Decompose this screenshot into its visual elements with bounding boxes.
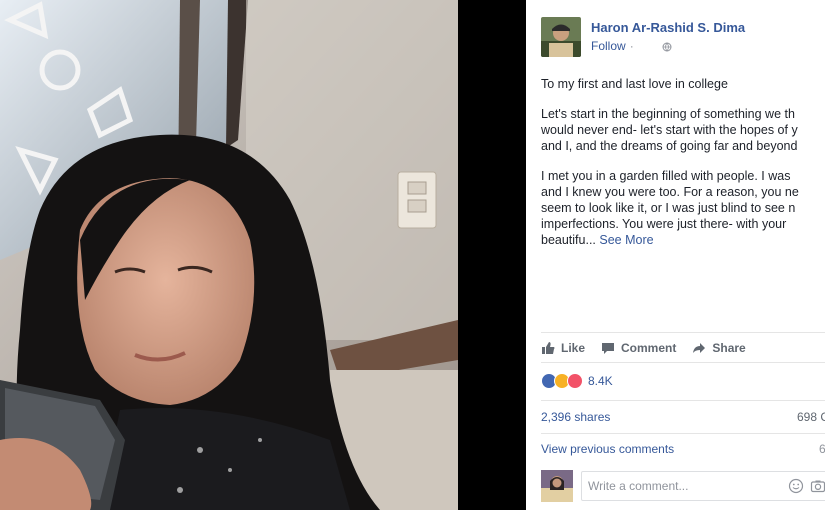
viewer-gutter [458, 0, 526, 510]
share-label: Share [712, 341, 746, 355]
actions-divider-top [541, 332, 825, 333]
meta-separator: · [629, 39, 634, 53]
view-previous-comments-link[interactable]: View previous comments [541, 442, 674, 456]
comment-input[interactable]: Write a comment... [581, 471, 825, 501]
comment-button[interactable]: Comment [601, 341, 676, 355]
previous-comments-row: View previous comments 6 [541, 442, 825, 458]
share-button[interactable]: Share [692, 341, 746, 355]
author-block: Haron Ar-Rashid S. Dima Follow · [591, 17, 745, 53]
shares-row: 2,396 shares 698 Con [541, 410, 825, 426]
post-line-1: To my first and last love in college [541, 77, 728, 91]
stats-divider [541, 400, 825, 401]
shares-divider [541, 433, 825, 434]
shares-count[interactable]: 2,396 shares [541, 410, 610, 424]
post-line-9-text: beautifu... [541, 233, 596, 247]
comment-composer: Write a comment... [541, 470, 825, 502]
like-label: Like [561, 341, 586, 355]
previous-comments-count: 6 [819, 442, 825, 456]
post-photo[interactable] [0, 0, 458, 510]
reactions-summary[interactable]: 8.4K [541, 372, 613, 390]
author-avatar[interactable] [541, 17, 581, 57]
comment-icons [788, 478, 825, 494]
comments-count[interactable]: 698 Con [797, 410, 825, 424]
follow-line: Follow · [591, 39, 745, 53]
love-reaction-icon [567, 373, 583, 389]
photo-viewer: Haron Ar-Rashid S. Dima Follow · To my f… [0, 0, 825, 510]
emoji-icon[interactable] [788, 478, 804, 494]
see-more-link[interactable]: See More [599, 233, 653, 247]
follow-link[interactable]: Follow [591, 39, 626, 53]
like-button[interactable]: Like [541, 341, 585, 355]
globe-icon [662, 41, 672, 52]
thumbs-up-icon [542, 342, 555, 354]
action-bar: Like Comment Share [541, 339, 762, 357]
post-header: Haron Ar-Rashid S. Dima Follow · [541, 17, 745, 59]
author-name[interactable]: Haron Ar-Rashid S. Dima [591, 20, 745, 36]
post-line-4: and I, and the dreams of going far and b… [541, 139, 798, 153]
reaction-count: 8.4K [588, 374, 613, 388]
share-arrow-icon [693, 343, 706, 353]
post-line-3: would never end- let's start with the ho… [541, 123, 798, 137]
comment-icon [602, 343, 615, 354]
viewer-avatar [541, 470, 573, 502]
camera-icon[interactable] [810, 478, 825, 494]
actions-divider-bottom [541, 362, 825, 363]
comment-label: Comment [621, 341, 677, 355]
comment-placeholder: Write a comment... [588, 479, 689, 493]
post-line-6: and I knew you were too. For a reason, y… [541, 185, 799, 199]
post-body: To my first and last love in college Let… [541, 76, 825, 262]
post-line-5: I met you in a garden filled with people… [541, 169, 791, 183]
post-line-9: beautifu... See More [541, 232, 825, 248]
post-panel: Haron Ar-Rashid S. Dima Follow · To my f… [526, 0, 825, 510]
post-line-8: imperfections. You were just there- with… [541, 217, 787, 231]
post-line-7: seem to look like it, or I was just blin… [541, 201, 796, 215]
post-line-2: Let's start in the beginning of somethin… [541, 107, 795, 121]
